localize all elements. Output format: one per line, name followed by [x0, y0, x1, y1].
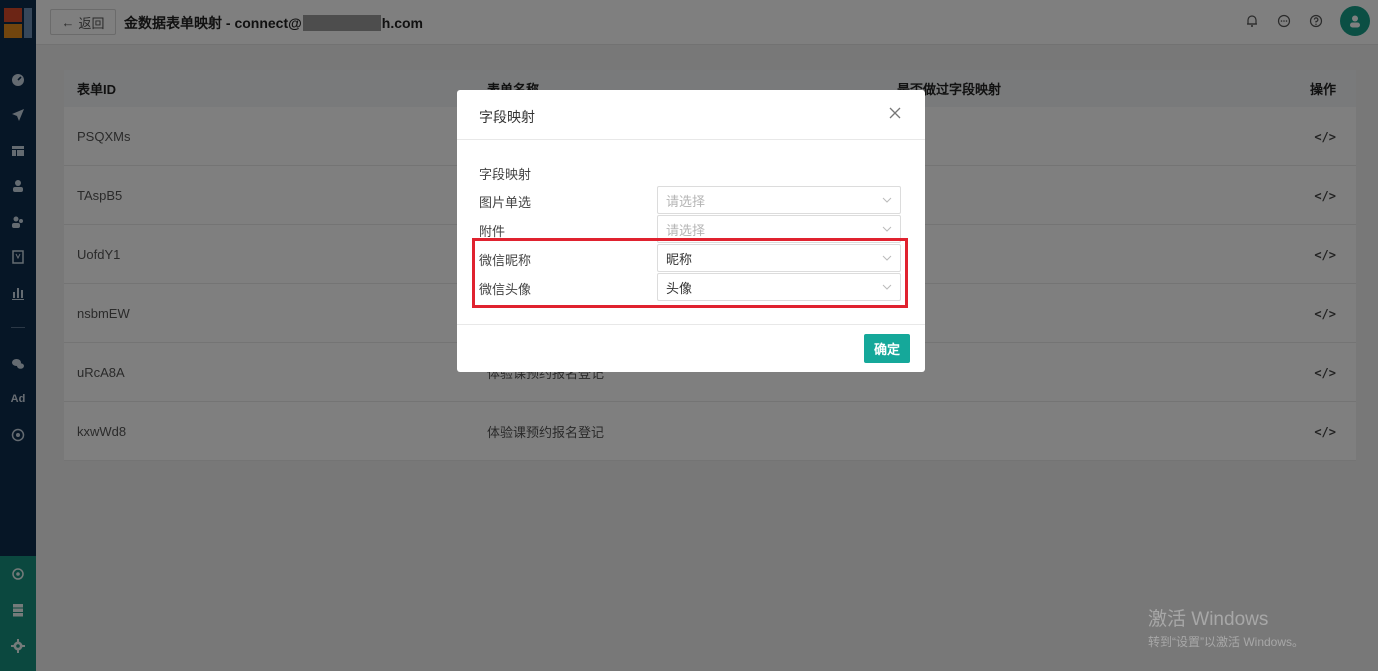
watermark-line2: 转到“设置”以激活 Windows。: [1148, 635, 1305, 649]
field-mapping-dialog: 字段映射 字段映射 图片单选 请选择 附件 请选择 微信昵称 昵称 微信头像 头…: [457, 90, 925, 372]
watermark-line1: 激活 Windows: [1148, 609, 1269, 630]
close-icon[interactable]: [887, 105, 903, 121]
dialog-title: 字段映射: [479, 109, 535, 125]
select-placeholder: 请选择: [666, 222, 706, 238]
section-label: 字段映射: [479, 167, 532, 182]
confirm-button[interactable]: 确定: [864, 334, 910, 363]
windows-activation-watermark: 激活 Windows 转到“设置”以激活 Windows。: [1148, 604, 1304, 650]
select-placeholder: 请选择: [666, 193, 706, 209]
highlight-annotation-box: [472, 238, 908, 308]
field-label-image-select: 图片单选: [479, 195, 532, 210]
image-select-dropdown[interactable]: 请选择: [657, 186, 901, 214]
chevron-down-icon: [882, 226, 892, 232]
dialog-header: 字段映射: [457, 90, 925, 140]
chevron-down-icon: [882, 197, 892, 203]
